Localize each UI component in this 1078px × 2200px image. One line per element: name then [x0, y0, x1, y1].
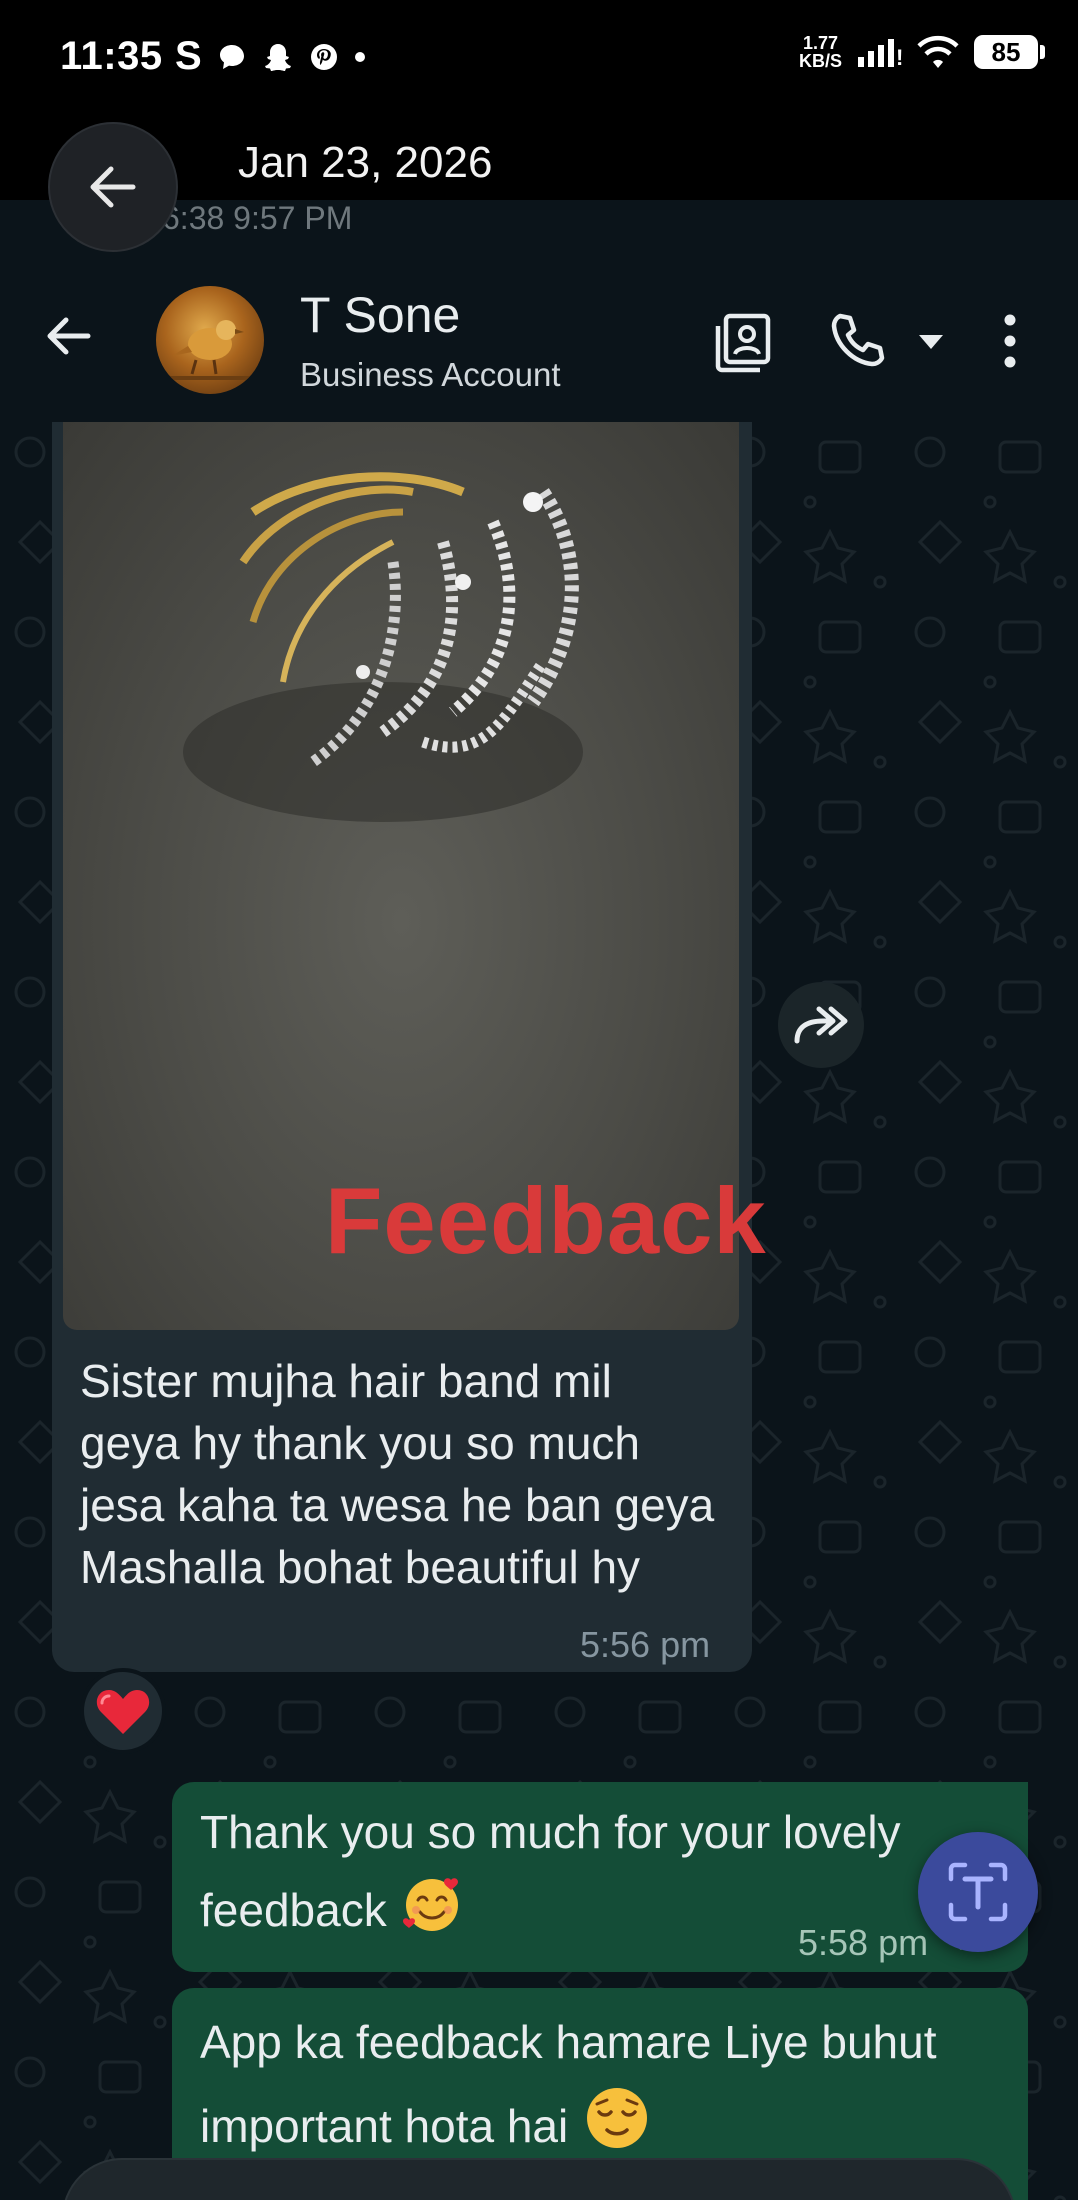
contact-card-icon	[715, 313, 771, 373]
outgoing-message-time: 5:58 pm	[798, 1922, 929, 1963]
notif-s-icon: S	[175, 34, 202, 78]
ghost-time: 6:38 9:57 PM	[162, 200, 353, 236]
contact-name[interactable]: T Sone	[300, 286, 460, 344]
incoming-message-time: 5:56 pm	[580, 1624, 711, 1665]
video-call-button[interactable]	[710, 310, 776, 381]
chat-bubble-icon	[219, 44, 244, 69]
chat-area[interactable]: Feedback Sister mujha hair band mil geya…	[0, 422, 1078, 2200]
phone-icon	[831, 313, 885, 367]
avatar[interactable]	[156, 286, 264, 394]
chat-header: T Sone Business Account	[0, 236, 1078, 422]
snapchat-icon	[264, 43, 291, 71]
viewer-back-button[interactable]	[48, 122, 178, 252]
status-time: 11:35	[60, 34, 163, 78]
more-options-button[interactable]	[996, 310, 1024, 377]
notification-icons: S	[175, 34, 366, 79]
smiling-face-with-hearts-icon	[403, 1878, 459, 1931]
pinterest-icon	[310, 43, 337, 70]
status-bar: 11:35 S 1.77 KB/S ! 85	[0, 0, 1078, 118]
forward-icon	[794, 1006, 848, 1044]
viewer-date: Jan 23, 2026	[238, 138, 493, 187]
network-speed-unit: KB/S	[798, 51, 842, 71]
back-button[interactable]	[40, 308, 96, 369]
forward-button[interactable]	[778, 982, 864, 1068]
signal-icon: !	[858, 39, 902, 69]
bottom-action-bar[interactable]	[62, 2158, 1016, 2200]
call-dropdown-button[interactable]	[916, 332, 946, 357]
dot-icon	[354, 51, 365, 62]
incoming-message-text: Sister mujha hair band mil geya hy thank…	[80, 1355, 715, 1593]
message-reaction[interactable]	[80, 1668, 166, 1754]
bird-avatar-image	[166, 320, 254, 380]
red-heart-icon	[96, 1690, 150, 1734]
arrow-left-icon	[90, 166, 136, 208]
feedback-overlay-text: Feedback	[325, 1168, 767, 1273]
text-scan-icon	[948, 1862, 1008, 1922]
relieved-face-icon	[587, 2088, 648, 2148]
caret-down-icon	[919, 335, 943, 349]
network-speed: 1.77 KB/S	[799, 34, 842, 70]
outgoing-message-text-body: Thank you so much for your lovely feedba…	[200, 1806, 901, 1936]
outgoing-message-text-2-body: App ka feedback hamare Liye buhut import…	[200, 2016, 937, 2152]
svg-text:!: !	[896, 45, 902, 69]
contact-subtitle: Business Account	[300, 356, 561, 393]
text-scan-button[interactable]	[918, 1832, 1038, 1952]
wifi-icon	[917, 35, 959, 68]
arrow-left-icon	[47, 317, 91, 355]
voice-call-button[interactable]	[826, 310, 888, 377]
outgoing-message-text-2: App ka feedback hamare Liye buhut import…	[200, 2004, 1000, 2164]
kebab-menu-icon	[1004, 314, 1016, 368]
network-speed-value: 1.77	[802, 33, 839, 53]
system-icons: 1.77 KB/S ! 85	[799, 34, 1045, 70]
battery-icon: 85	[974, 35, 1045, 69]
